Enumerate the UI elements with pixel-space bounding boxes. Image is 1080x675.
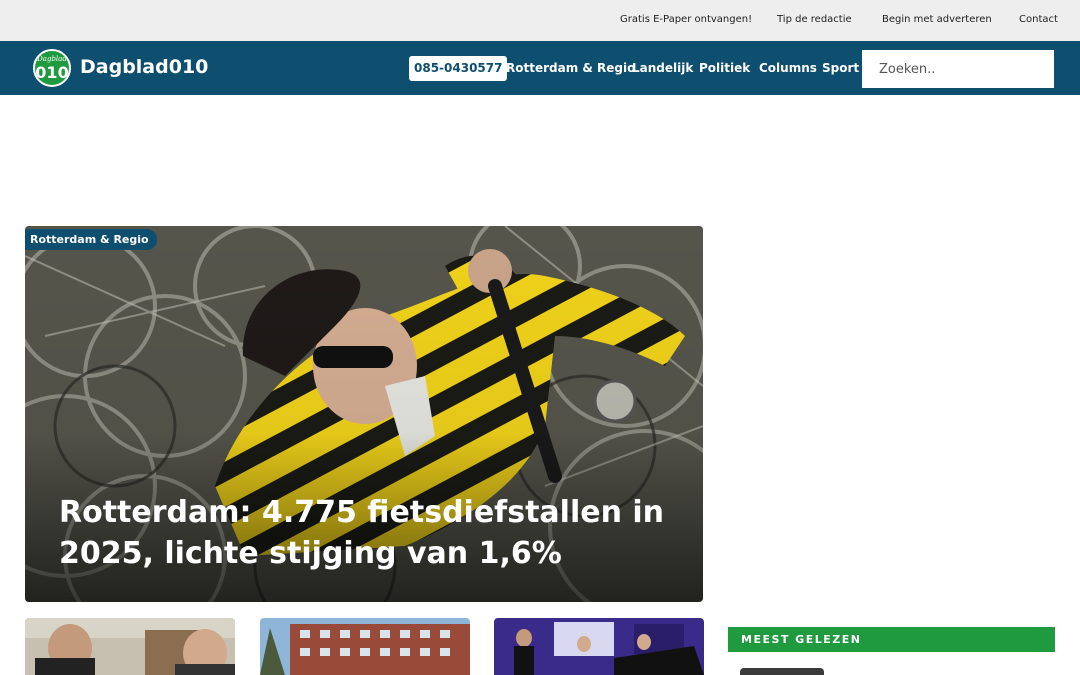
article-image [260, 618, 470, 675]
nav-landelijk[interactable]: Landelijk [632, 61, 693, 75]
most-read-heading: MEEST GELEZEN [728, 627, 1055, 652]
contact-link[interactable]: Contact [1019, 14, 1058, 25]
article-thumbnail-3[interactable] [494, 618, 704, 675]
top-utility-bar: Gratis E-Paper ontvangen! Tip de redacti… [0, 0, 1080, 41]
search-input[interactable] [862, 50, 1054, 88]
nav-politiek[interactable]: Politiek [699, 61, 750, 75]
article-image [494, 618, 704, 675]
nav-columns[interactable]: Columns [759, 61, 817, 75]
article-image [25, 618, 235, 675]
main-navbar: Dagblad 010 Dagblad010 085-0430577 Rotte… [0, 41, 1080, 95]
logo-icon[interactable]: Dagblad 010 [33, 49, 71, 87]
phone-button[interactable]: 085-0430577 [409, 56, 508, 81]
epaper-link[interactable]: Gratis E-Paper ontvangen! [620, 14, 752, 25]
most-read-thumbnail[interactable] [740, 668, 824, 675]
category-badge[interactable]: Rotterdam & Regio [25, 229, 157, 250]
article-thumbnail-1[interactable] [25, 618, 235, 675]
nav-sport[interactable]: Sport [822, 61, 859, 75]
article-thumbnail-2[interactable] [260, 618, 470, 675]
hero-headline[interactable]: Rotterdam: 4.775 fietsdiefstallen in 202… [59, 492, 679, 574]
advertise-link[interactable]: Begin met adverteren [882, 14, 992, 25]
tip-link[interactable]: Tip de redactie [777, 14, 852, 25]
brand-name[interactable]: Dagblad010 [80, 56, 208, 78]
nav-rotterdam-regio[interactable]: Rotterdam & Regio [506, 61, 635, 75]
